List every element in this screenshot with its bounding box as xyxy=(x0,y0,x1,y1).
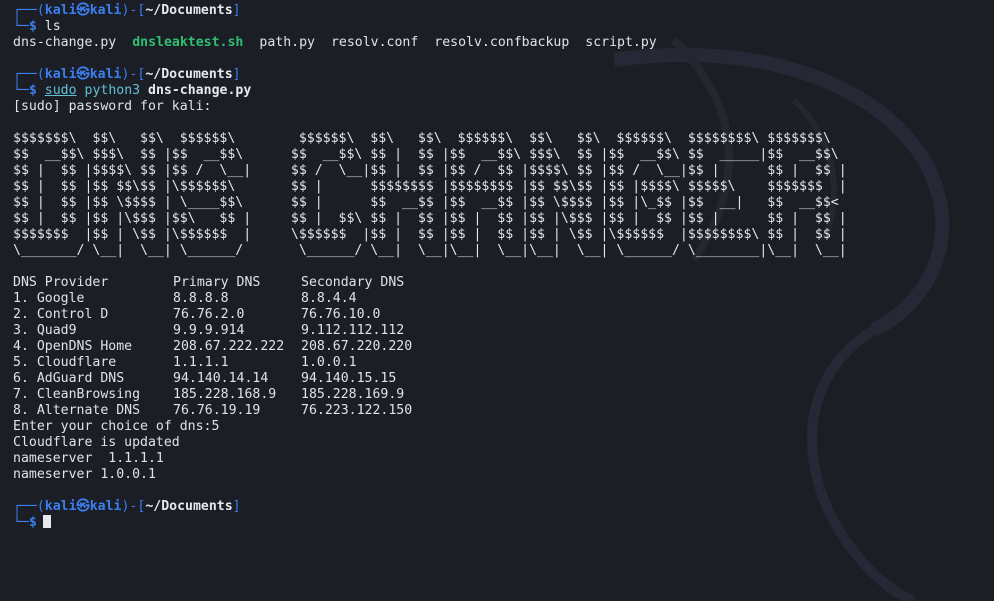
ascii-banner-line: $$ | $$ |$$$$\ $$ |$$ / \__| $$ / \__|$$… xyxy=(13,163,847,178)
ascii-banner-line: $$ | $$ |$$ $$\$$ |\$$$$$$\ $$ | $$$$$$$… xyxy=(13,179,847,194)
dns-table-row: 5. Cloudflare 1.1.1.1 1.0.0.1 xyxy=(13,355,357,370)
file-resolv-confbackup: resolv.confbackup xyxy=(434,35,570,50)
ascii-banner-line: \_______/ \__| \__| \______/ \______/ \_… xyxy=(13,243,847,258)
file-dnsleaktest: dnsleaktest.sh xyxy=(132,35,244,50)
ascii-banner-line: $$ | $$ |$$ |\$$$ |$$\ $$ | $$ | $$\ $$ … xyxy=(13,211,847,226)
ascii-banner-line: $$ __$$\ $$$\ $$ |$$ __$$\ $$ __$$\ $$ |… xyxy=(13,147,839,162)
command-sudo: sudo xyxy=(44,83,77,98)
dns-table-row: 8. Alternate DNS 76.76.19.19 76.223.122.15… xyxy=(13,403,413,418)
prompt-line: ┌──(kali㉿kali)-[~/Documents] xyxy=(13,67,241,82)
command-ls: ls xyxy=(44,19,61,34)
ascii-banner-line: $$$$$$$\ $$\ $$\ $$$$$$\ $$$$$$\ $$\ $$\… xyxy=(13,131,831,146)
dns-table-row: 1. Google 8.8.8.8 8.8.4.4 xyxy=(13,291,357,306)
dns-table-row: 4. OpenDNS Home 208.67.222.222 208.67.220.… xyxy=(13,339,413,354)
dns-table-row: 2. Control D 76.76.2.0 76.76.10.0 xyxy=(13,307,381,322)
command-script: dns-change.py xyxy=(148,83,252,98)
ls-output: dns-change.py dnsleaktest.sh path.py resolv… xyxy=(13,35,994,51)
text-cursor xyxy=(42,515,51,528)
sudo-password-prompt: [sudo] password for kali: xyxy=(13,99,212,114)
update-status-line: Cloudflare is updated xyxy=(13,435,180,450)
active-command-line[interactable]: └─$ xyxy=(13,515,994,531)
dns-table-row: 3. Quad9 9.9.9.914 9.112.112.112 xyxy=(13,323,405,338)
command-line: └─$ sudo python3 dns-change.py xyxy=(13,83,252,98)
prompt-line: ┌──(kali㉿kali)-[~/Documents] xyxy=(13,3,241,18)
prompt-line: ┌──(kali㉿kali)-[~/Documents] xyxy=(13,499,241,514)
command-line: └─$ ls xyxy=(13,19,61,34)
ascii-banner-line: $$ | $$ |$$ \$$$$ | \____$$\ $$ | $$ __$… xyxy=(13,195,839,210)
terminal-window[interactable]: ┌──(kali㉿kali)-[~/Documents] └─$ ls dns-… xyxy=(0,0,994,601)
ascii-banner-line: $$$$$$$ |$$ | \$$ |\$$$$$$ | \$$$$$$ |$$… xyxy=(13,227,847,242)
nameserver-line: nameserver 1.1.1.1 xyxy=(13,451,164,466)
file-resolv-conf: resolv.conf xyxy=(330,35,419,50)
dns-table-row: 7. CleanBrowsing 185.228.168.9 185.228.169… xyxy=(13,387,405,402)
file-dns-change: dns-change.py xyxy=(13,35,117,50)
dns-table-header: DNS Provider Primary DNS Secondary DNS xyxy=(13,275,405,290)
dns-table-row: 6. AdGuard DNS 94.140.14.14 94.140.15.15 xyxy=(13,371,397,386)
command-python3: python3 xyxy=(84,83,141,98)
file-script: script.py xyxy=(585,35,657,50)
file-path: path.py xyxy=(259,35,315,50)
nameserver-line: nameserver 1.0.0.1 xyxy=(13,467,156,482)
dns-choice-line: Enter your choice of dns:5 xyxy=(13,419,220,434)
